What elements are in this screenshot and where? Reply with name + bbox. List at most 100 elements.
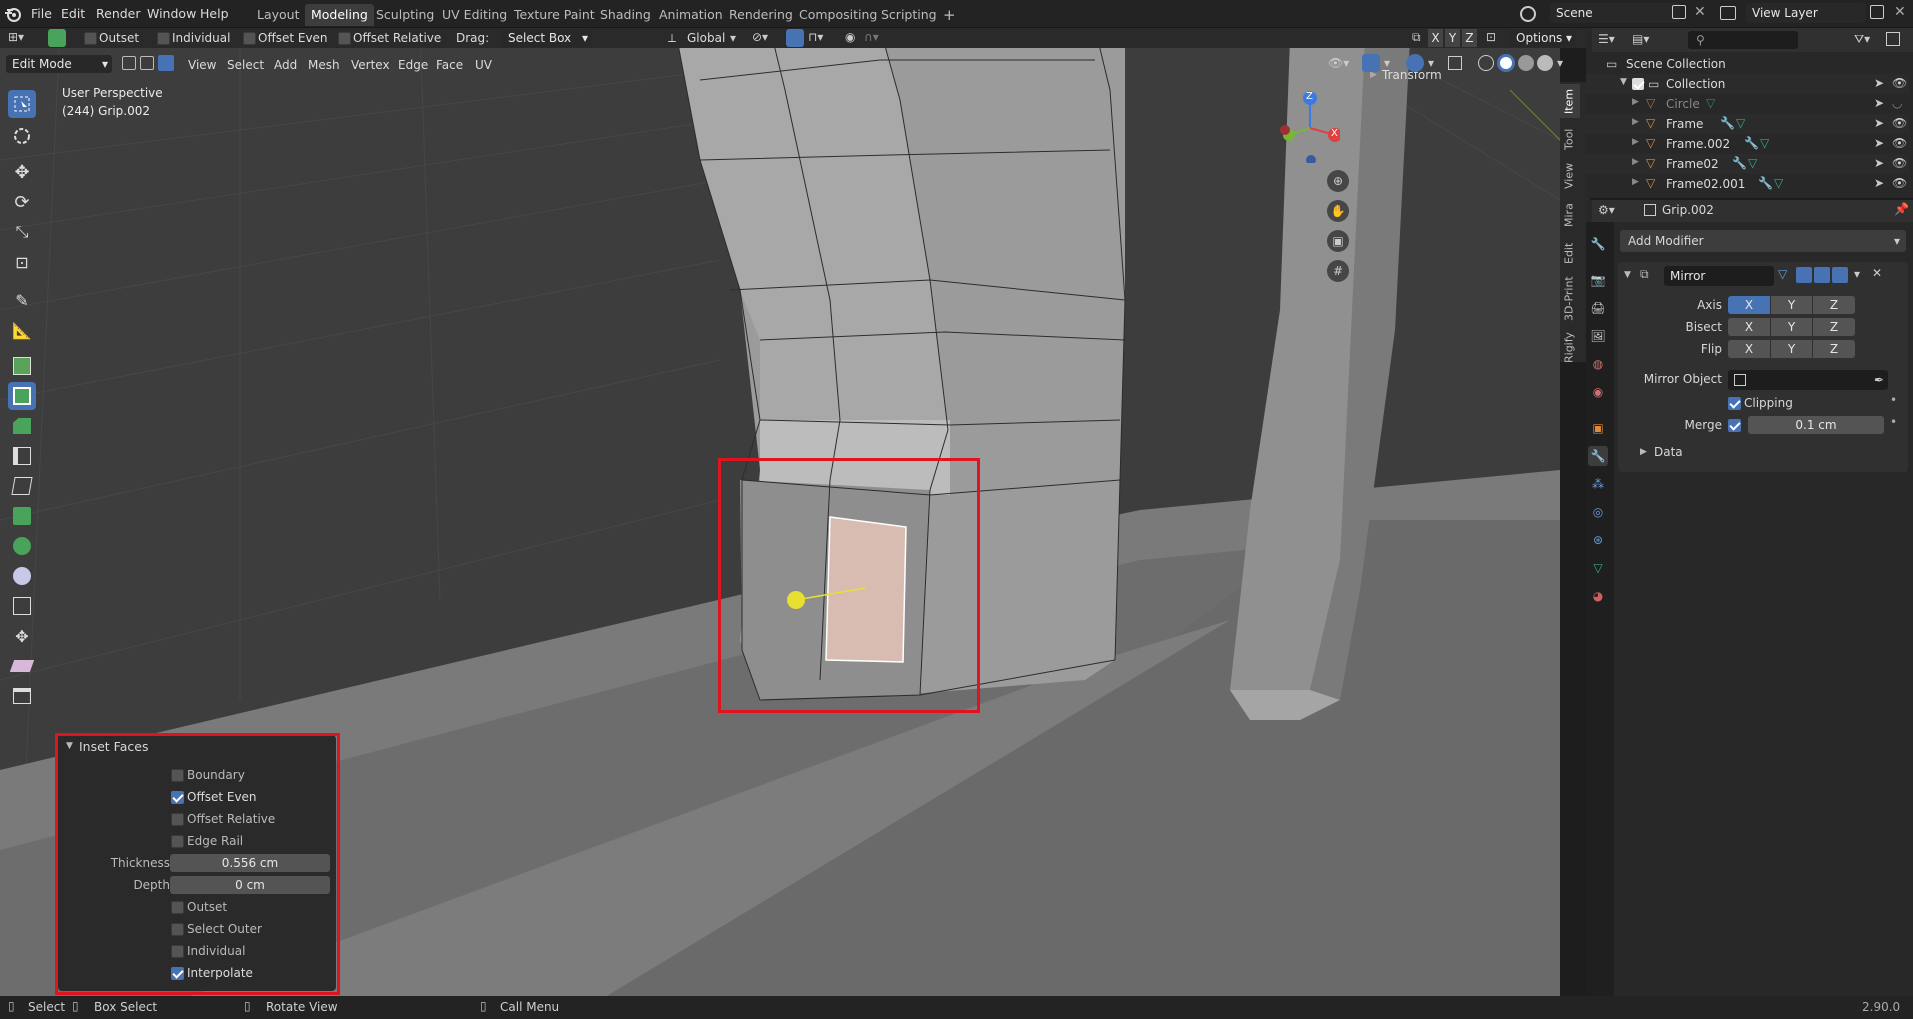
delete-scene-icon[interactable]: ✕	[1694, 4, 1706, 20]
view-layer-field[interactable]: View Layer	[1746, 3, 1866, 23]
outliner-row-scene-collection[interactable]: ▭ Scene Collection	[1586, 54, 1909, 74]
expand-circle-icon[interactable]: ▶	[1632, 97, 1639, 107]
new-view-layer-icon[interactable]	[1870, 5, 1884, 19]
face-select-mode-icon[interactable]	[158, 55, 174, 71]
outliner-row-frame[interactable]: ▶ ▽ Frame 🔧 ▽ ➤ 👁	[1586, 114, 1909, 134]
viewport-menu-select[interactable]: Select	[223, 56, 268, 74]
menu-render[interactable]: Render	[96, 6, 141, 21]
data-properties-icon[interactable]: ▽	[1588, 558, 1608, 578]
flip-y-button[interactable]: Y	[1771, 340, 1812, 358]
circle-eye-closed-icon[interactable]: ◡	[1892, 96, 1902, 110]
camera-icon[interactable]: ▣	[1327, 230, 1349, 252]
wireframe-shading-icon[interactable]	[1478, 55, 1494, 71]
cursor-tool-icon[interactable]	[8, 122, 36, 150]
rendered-shading-icon[interactable]	[1537, 55, 1553, 71]
modifier-options-icon[interactable]: ▾	[1854, 267, 1860, 281]
shear-tool-icon[interactable]	[8, 652, 36, 680]
tab-item[interactable]: Item	[1558, 84, 1580, 118]
viewport-menu-mesh[interactable]: Mesh	[304, 56, 344, 74]
clipping-checkbox[interactable]	[1728, 397, 1741, 410]
new-collection-icon[interactable]	[1886, 32, 1900, 46]
bevel-tool-icon[interactable]	[8, 412, 36, 440]
tab-rigify[interactable]: Rigify	[1558, 328, 1580, 368]
bisect-z-button[interactable]: Z	[1813, 318, 1855, 336]
axis-x-button[interactable]: X	[1728, 296, 1770, 314]
data-expand-icon[interactable]: ▶	[1640, 447, 1647, 457]
viewport-menu-view[interactable]: View	[184, 56, 220, 74]
extrude-tool-icon[interactable]	[8, 352, 36, 380]
spin-tool-icon[interactable]	[8, 532, 36, 560]
frame02-select-icon[interactable]: ➤	[1874, 156, 1884, 170]
merge-keyframe-icon[interactable]: •	[1890, 415, 1897, 429]
visibility-icon[interactable]: 👁▾	[1328, 56, 1349, 70]
flip-z-button[interactable]: Z	[1813, 340, 1855, 358]
tab-modeling[interactable]: Modeling	[305, 4, 374, 26]
smooth-tool-icon[interactable]	[8, 562, 36, 590]
grid-ortho-icon[interactable]: #	[1327, 260, 1349, 282]
header-offset-relative-checkbox[interactable]	[338, 32, 351, 45]
options-dropdown[interactable]: Options ▾	[1510, 29, 1576, 47]
axis-z-button[interactable]: Z	[1813, 296, 1855, 314]
tool-properties-icon[interactable]: 🔧	[1588, 234, 1608, 254]
modifier-name-field[interactable]: Mirror	[1664, 266, 1774, 286]
blender-logo-icon[interactable]	[4, 5, 22, 23]
output-properties-icon[interactable]: 🖨	[1588, 298, 1608, 318]
tab-mira[interactable]: Mira	[1558, 198, 1580, 232]
expand-collection-icon[interactable]: ▼	[1620, 77, 1627, 87]
tab-animation[interactable]: Animation	[653, 4, 729, 26]
pin-icon[interactable]: 📌	[1894, 202, 1909, 216]
render-properties-icon[interactable]: 📷	[1588, 270, 1608, 290]
menu-edit[interactable]: Edit	[61, 6, 85, 21]
world-properties-icon[interactable]: ◉	[1588, 382, 1608, 402]
vertex-select-mode-icon[interactable]	[122, 56, 136, 70]
editor-type-icon[interactable]: ⊞▾	[8, 30, 30, 46]
shrink-fatten-tool-icon[interactable]: ✥	[8, 622, 36, 650]
viewport-menu-face[interactable]: Face	[432, 56, 467, 74]
merge-distance-field[interactable]: 0.1 cm	[1748, 416, 1884, 434]
navigation-gizmo[interactable]: Z X	[1275, 83, 1342, 165]
menu-window[interactable]: Window	[147, 6, 196, 21]
active-tool-icon[interactable]	[48, 29, 66, 47]
expand-frame-002-icon[interactable]: ▶	[1632, 137, 1639, 147]
display-mode-icon[interactable]: ▤▾	[1632, 32, 1649, 46]
pivot-icon[interactable]: ⊘▾	[752, 30, 768, 44]
orientation-dropdown-icon[interactable]: ▾	[730, 31, 736, 45]
collection-eye-icon[interactable]: 👁	[1892, 76, 1907, 90]
auto-merge-icon[interactable]: ⊡	[1486, 30, 1496, 44]
knife-tool-icon[interactable]	[8, 472, 36, 500]
material-shading-icon[interactable]	[1518, 55, 1534, 71]
merge-checkbox[interactable]	[1728, 419, 1741, 432]
frame02-001-eye-icon[interactable]: 👁	[1892, 176, 1907, 190]
tab-sculpting[interactable]: Sculpting	[370, 4, 440, 26]
frame-eye-icon[interactable]: 👁	[1892, 116, 1907, 130]
outliner-row-circle[interactable]: ▶ ▽ Circle ▽ ➤ ◡	[1586, 94, 1909, 114]
tab-scripting[interactable]: Scripting	[875, 4, 943, 26]
outliner-row-frame02[interactable]: ▶ ▽ Frame02 🔧 ▽ ➤ 👁	[1586, 154, 1909, 174]
material-properties-icon[interactable]: ◕	[1588, 586, 1608, 606]
remove-modifier-icon[interactable]: ✕	[1872, 266, 1882, 280]
new-scene-icon[interactable]	[1672, 5, 1686, 19]
header-individual-checkbox[interactable]	[157, 32, 170, 45]
outliner-editor-type-icon[interactable]: ☰▾	[1598, 32, 1615, 46]
snap-target-icon[interactable]: ⊓▾	[808, 30, 823, 44]
collection-select-icon[interactable]: ➤	[1874, 76, 1884, 90]
tab-texture-paint[interactable]: Texture Paint	[508, 4, 601, 26]
transform-orientation-icon[interactable]: ⟂	[668, 31, 676, 46]
menu-help[interactable]: Help	[200, 6, 229, 21]
constraints-properties-icon[interactable]: ⊛	[1588, 530, 1608, 550]
annotate-tool-icon[interactable]: ✎	[8, 286, 36, 314]
expand-frame02-icon[interactable]: ▶	[1632, 157, 1639, 167]
header-offset-even-checkbox[interactable]	[243, 32, 256, 45]
transform-tool-icon[interactable]: ⊡	[8, 248, 36, 276]
poly-build-tool-icon[interactable]	[8, 502, 36, 530]
gizmo-toggle-icon[interactable]	[1362, 54, 1380, 72]
viewport-menu-add[interactable]: Add	[270, 56, 301, 74]
zoom-icon[interactable]: ⊕	[1327, 170, 1349, 192]
delete-view-layer-icon[interactable]: ✕	[1894, 4, 1906, 20]
modifier-properties-icon[interactable]: 🔧	[1588, 446, 1608, 466]
object-properties-icon[interactable]: ▣	[1588, 418, 1608, 438]
expand-frame02-001-icon[interactable]: ▶	[1632, 177, 1639, 187]
overlays-icon[interactable]	[1406, 54, 1424, 72]
solid-shading-icon[interactable]	[1497, 54, 1515, 72]
transform-orientation-value[interactable]: Global	[687, 31, 725, 45]
